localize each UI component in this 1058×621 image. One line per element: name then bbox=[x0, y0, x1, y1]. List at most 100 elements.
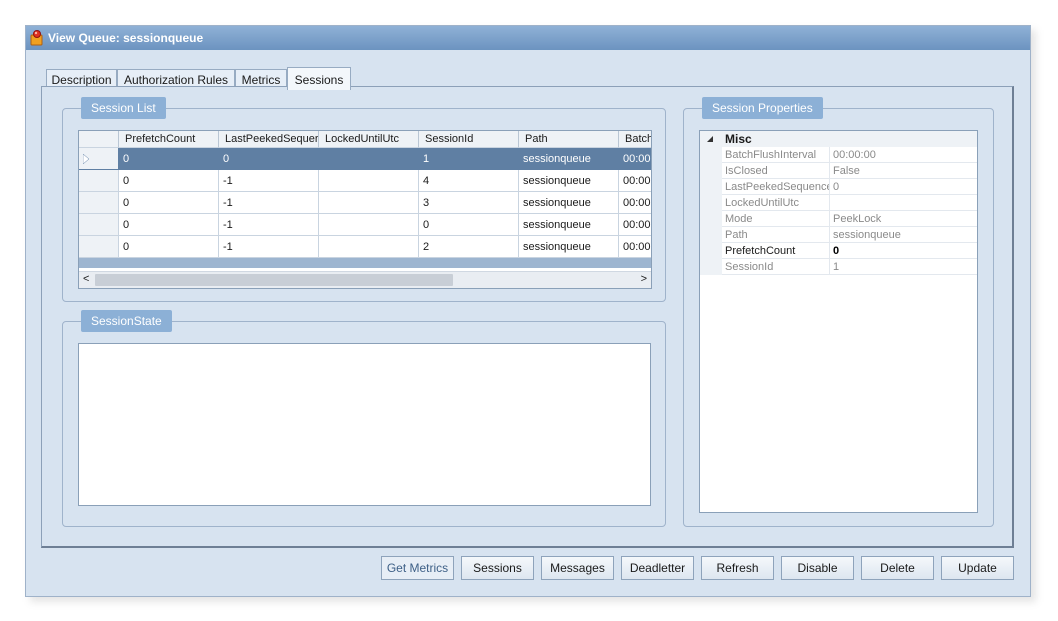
cell[interactable]: 0 bbox=[119, 236, 219, 258]
cell[interactable] bbox=[319, 236, 419, 258]
category-label: Misc bbox=[725, 132, 752, 146]
messages-button[interactable]: Messages bbox=[541, 556, 614, 580]
property-name: PrefetchCount bbox=[722, 243, 830, 259]
window-title: View Queue: sessionqueue bbox=[48, 31, 204, 45]
property-row[interactable]: BatchFlushInterval 00:00:00 bbox=[700, 147, 977, 163]
property-grid-empty bbox=[700, 275, 977, 512]
cell[interactable]: 00:00: bbox=[619, 148, 651, 170]
cell[interactable]: -1 bbox=[219, 236, 319, 258]
scroll-thumb[interactable] bbox=[95, 274, 453, 286]
view-queue-window: View Queue: sessionqueue Description Aut… bbox=[25, 25, 1031, 597]
grid-empty-area bbox=[79, 258, 651, 268]
property-value[interactable]: PeekLock bbox=[830, 211, 977, 227]
disable-button[interactable]: Disable bbox=[781, 556, 854, 580]
cell[interactable]: 0 bbox=[219, 148, 319, 170]
table-row[interactable]: 0 -1 2 sessionqueue 00:00: bbox=[79, 236, 651, 258]
cell[interactable]: sessionqueue bbox=[519, 236, 619, 258]
cell[interactable] bbox=[319, 148, 419, 170]
session-property-grid[interactable]: Misc BatchFlushInterval 00:00:00 IsClose… bbox=[699, 130, 978, 513]
cell[interactable]: -1 bbox=[219, 214, 319, 236]
deadletter-button[interactable]: Deadletter bbox=[621, 556, 694, 580]
col-header-lastpeekedsequence[interactable]: LastPeekedSequer bbox=[219, 131, 319, 148]
category-row[interactable]: Misc bbox=[700, 131, 977, 147]
property-name: Mode bbox=[722, 211, 830, 227]
sessions-button[interactable]: Sessions bbox=[461, 556, 534, 580]
property-name: Path bbox=[722, 227, 830, 243]
tab-sessions[interactable]: Sessions bbox=[287, 67, 351, 90]
cell[interactable]: 2 bbox=[419, 236, 519, 258]
collapse-triangle-icon[interactable] bbox=[707, 136, 715, 144]
cell[interactable]: sessionqueue bbox=[519, 192, 619, 214]
cell[interactable]: 0 bbox=[119, 148, 219, 170]
property-value[interactable]: False bbox=[830, 163, 977, 179]
horizontal-scrollbar[interactable]: < > bbox=[79, 271, 651, 288]
cell[interactable] bbox=[319, 192, 419, 214]
cell[interactable]: sessionqueue bbox=[519, 148, 619, 170]
col-header-lockeduntilutc[interactable]: LockedUntilUtc bbox=[319, 131, 419, 148]
table-row[interactable]: 0 -1 3 sessionqueue 00:00: bbox=[79, 192, 651, 214]
row-header[interactable] bbox=[79, 148, 119, 170]
col-header-batch[interactable]: Batch bbox=[619, 131, 651, 148]
cell[interactable]: 00:00: bbox=[619, 192, 651, 214]
property-row[interactable]: SessionId 1 bbox=[700, 259, 977, 275]
row-header[interactable] bbox=[79, 192, 119, 214]
row-pointer-icon bbox=[83, 154, 90, 164]
table-row[interactable]: 0 -1 0 sessionqueue 00:00: bbox=[79, 214, 651, 236]
property-value[interactable] bbox=[830, 195, 977, 211]
grid-corner bbox=[79, 131, 119, 148]
cell[interactable]: sessionqueue bbox=[519, 170, 619, 192]
session-list-title: Session List bbox=[81, 97, 166, 119]
session-list-grid[interactable]: PrefetchCount LastPeekedSequer LockedUnt… bbox=[78, 130, 652, 289]
cell[interactable]: -1 bbox=[219, 192, 319, 214]
cell[interactable]: 0 bbox=[419, 214, 519, 236]
queue-app-icon bbox=[30, 30, 43, 46]
cell[interactable]: -1 bbox=[219, 170, 319, 192]
table-row[interactable]: 0 0 1 sessionqueue 00:00: bbox=[79, 148, 651, 170]
cell[interactable]: sessionqueue bbox=[519, 214, 619, 236]
row-header[interactable] bbox=[79, 214, 119, 236]
session-state-textbox[interactable] bbox=[78, 343, 651, 506]
property-row[interactable]: LockedUntilUtc bbox=[700, 195, 977, 211]
session-properties-group: Session Properties Misc BatchFlushInterv… bbox=[683, 97, 994, 527]
property-row[interactable]: PrefetchCount 0 bbox=[700, 243, 977, 259]
property-row[interactable]: Mode PeekLock bbox=[700, 211, 977, 227]
sessions-tab-page: Session List PrefetchCount LastPeekedSeq… bbox=[41, 86, 1014, 548]
cell[interactable]: 0 bbox=[119, 170, 219, 192]
cell[interactable]: 3 bbox=[419, 192, 519, 214]
row-header[interactable] bbox=[79, 170, 119, 192]
session-state-group: SessionState bbox=[62, 310, 666, 527]
property-value[interactable]: 00:00:00 bbox=[830, 147, 977, 163]
cell[interactable] bbox=[319, 214, 419, 236]
property-name: SessionId bbox=[722, 259, 830, 275]
scroll-left-icon[interactable]: < bbox=[83, 272, 89, 287]
property-name: LastPeekedSequence bbox=[722, 179, 830, 195]
property-value[interactable]: sessionqueue bbox=[830, 227, 977, 243]
table-row[interactable]: 0 -1 4 sessionqueue 00:00: bbox=[79, 170, 651, 192]
get-metrics-button[interactable]: Get Metrics bbox=[381, 556, 454, 580]
refresh-button[interactable]: Refresh bbox=[701, 556, 774, 580]
update-button[interactable]: Update bbox=[941, 556, 1014, 580]
cell[interactable]: 4 bbox=[419, 170, 519, 192]
scroll-right-icon[interactable]: > bbox=[641, 272, 647, 287]
cell[interactable]: 0 bbox=[119, 192, 219, 214]
property-row[interactable]: Path sessionqueue bbox=[700, 227, 977, 243]
property-row[interactable]: IsClosed False bbox=[700, 163, 977, 179]
cell[interactable] bbox=[319, 170, 419, 192]
col-header-path[interactable]: Path bbox=[519, 131, 619, 148]
cell[interactable]: 00:00: bbox=[619, 236, 651, 258]
col-header-prefetchcount[interactable]: PrefetchCount bbox=[119, 131, 219, 148]
cell[interactable]: 0 bbox=[119, 214, 219, 236]
property-name: IsClosed bbox=[722, 163, 830, 179]
property-value[interactable]: 0 bbox=[830, 243, 977, 259]
cell[interactable]: 1 bbox=[419, 148, 519, 170]
property-value[interactable]: 0 bbox=[830, 179, 977, 195]
col-header-sessionid[interactable]: SessionId bbox=[419, 131, 519, 148]
row-header[interactable] bbox=[79, 236, 119, 258]
cell[interactable]: 00:00: bbox=[619, 170, 651, 192]
delete-button[interactable]: Delete bbox=[861, 556, 934, 580]
title-bar: View Queue: sessionqueue bbox=[26, 26, 1030, 50]
cell[interactable]: 00:00: bbox=[619, 214, 651, 236]
property-value[interactable]: 1 bbox=[830, 259, 977, 275]
session-properties-title: Session Properties bbox=[702, 97, 823, 119]
property-row[interactable]: LastPeekedSequence 0 bbox=[700, 179, 977, 195]
